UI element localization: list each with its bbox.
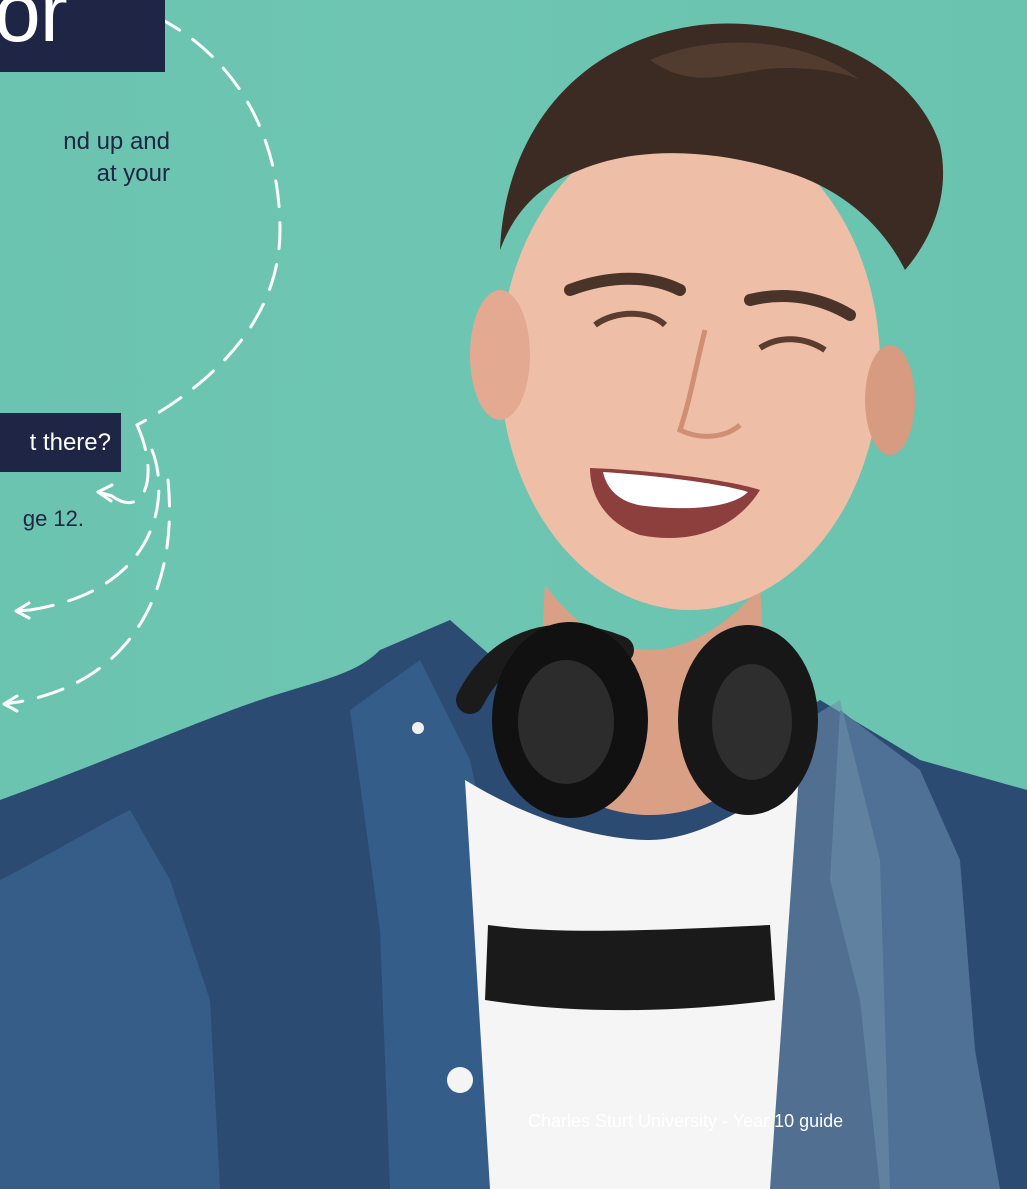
intro-text: nd up and at your	[0, 126, 170, 190]
page-reference: ge 12.	[22, 506, 84, 531]
document-page: or nd up and at your t there? ge 12. Cha…	[0, 0, 1027, 1189]
heading-block: or	[0, 0, 165, 72]
arrowhead-lower	[14, 601, 32, 620]
intro-line-1: nd up and	[63, 128, 170, 155]
intro-line-2: at your	[96, 160, 170, 187]
heading-text: or	[0, 0, 68, 59]
footer-label: Charles Sturt University - Year 10 guide	[528, 1111, 844, 1131]
arrowhead-bottom	[2, 694, 20, 713]
question-label: t there?	[0, 413, 121, 472]
